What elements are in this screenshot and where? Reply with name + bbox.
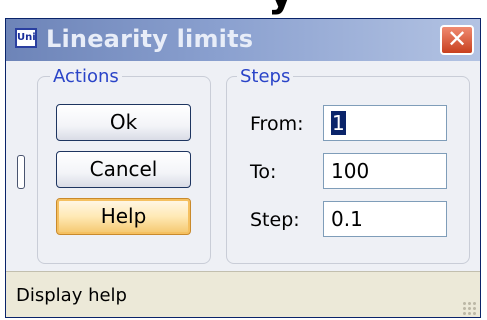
help-button[interactable]: Help [56, 198, 191, 235]
cancel-button[interactable]: Cancel [56, 151, 191, 188]
step-field[interactable]: 0.1 [323, 201, 447, 237]
background-clipped-text: y [268, 0, 294, 16]
title-bar[interactable]: Uni Linearity limits ✕ [6, 19, 480, 61]
to-field[interactable]: 100 [323, 153, 447, 189]
status-text: Display help [16, 285, 127, 306]
status-bar: Display help [6, 271, 480, 317]
steps-legend: Steps [237, 66, 294, 87]
from-field-value: 1 [331, 111, 346, 135]
window-title: Linearity limits [46, 25, 254, 53]
from-label: From: [250, 113, 304, 135]
splitter-handle[interactable] [17, 155, 25, 189]
app-icon[interactable]: Uni [15, 28, 37, 48]
ok-button[interactable]: Ok [56, 104, 191, 141]
to-label: To: [250, 161, 277, 183]
size-grip-icon[interactable] [462, 301, 476, 315]
actions-legend: Actions [50, 66, 122, 87]
close-button[interactable]: ✕ [440, 25, 474, 55]
dialog-window: Uni Linearity limits ✕ Actions Ok Cancel… [5, 18, 481, 318]
step-label: Step: [250, 209, 300, 231]
steps-group: Steps From: 1 To: 100 Step: 0.1 [226, 66, 470, 264]
dialog-body: Actions Ok Cancel Help Steps From: 1 To:… [6, 61, 480, 271]
close-icon: ✕ [446, 25, 468, 53]
actions-group: Actions Ok Cancel Help [37, 66, 211, 264]
from-field[interactable]: 1 [323, 105, 447, 141]
